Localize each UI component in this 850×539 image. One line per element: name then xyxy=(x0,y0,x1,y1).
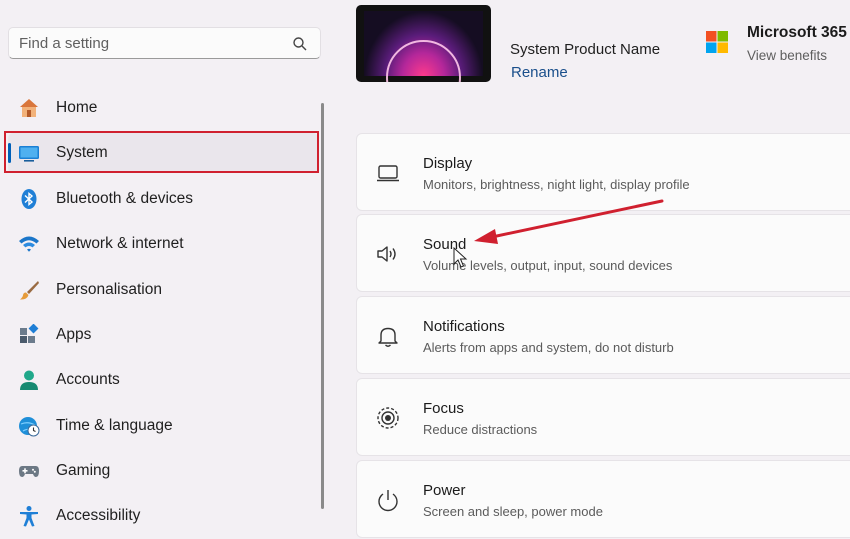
globe-clock-icon xyxy=(19,417,40,437)
view-benefits-link[interactable]: View benefits xyxy=(747,48,827,63)
card-subtitle: Monitors, brightness, night light, displ… xyxy=(423,177,690,192)
card-title: Power xyxy=(423,482,466,499)
bell-icon xyxy=(378,327,398,347)
sidebar-item-accounts[interactable]: Accounts xyxy=(8,360,318,400)
microsoft-logo-icon xyxy=(706,31,728,53)
card-title: Display xyxy=(423,155,473,172)
accessibility-icon xyxy=(20,506,38,527)
monitor-icon xyxy=(377,165,399,182)
card-subtitle: Alerts from apps and system, do not dist… xyxy=(423,340,674,355)
focus-icon xyxy=(377,407,399,429)
search-input[interactable] xyxy=(9,28,309,58)
sidebar-item-label: Network & internet xyxy=(56,235,184,252)
sidebar-item-time-language[interactable]: Time & language xyxy=(8,406,318,446)
sidebar-item-apps[interactable]: Apps xyxy=(8,315,318,355)
sidebar-item-label: Home xyxy=(56,99,98,116)
sidebar-item-label: Apps xyxy=(56,326,92,343)
search-box[interactable] xyxy=(8,27,321,59)
mouse-cursor-icon xyxy=(453,247,468,268)
apps-icon xyxy=(20,324,39,343)
sidebar-item-bluetooth[interactable]: Bluetooth & devices xyxy=(8,179,318,219)
sidebar-scrollbar[interactable] xyxy=(321,103,324,509)
gamepad-icon xyxy=(19,466,39,477)
sidebar-item-label: Gaming xyxy=(56,462,111,479)
card-title: Focus xyxy=(423,400,464,417)
setting-card-notifications[interactable]: Notifications Alerts from apps and syste… xyxy=(356,296,850,374)
search-icon[interactable] xyxy=(292,36,308,52)
home-icon xyxy=(20,99,38,117)
speaker-icon xyxy=(377,246,396,262)
setting-card-display[interactable]: Display Monitors, brightness, night ligh… xyxy=(356,133,850,211)
setting-card-power[interactable]: Power Screen and sleep, power mode xyxy=(356,460,850,538)
card-subtitle: Reduce distractions xyxy=(423,422,538,437)
sidebar-item-accessibility[interactable]: Accessibility xyxy=(8,496,318,536)
accounts-icon xyxy=(20,370,38,390)
sidebar-item-home[interactable]: Home xyxy=(8,88,318,128)
highlight-box xyxy=(4,131,319,173)
wifi-icon xyxy=(19,236,39,252)
power-icon xyxy=(378,490,398,512)
rename-link[interactable]: Rename xyxy=(511,64,568,81)
sidebar-item-label: Accessibility xyxy=(56,507,141,524)
device-wallpaper-thumbnail xyxy=(356,5,491,82)
card-subtitle: Screen and sleep, power mode xyxy=(423,504,603,519)
sidebar-item-label: Time & language xyxy=(56,417,173,434)
card-title: Notifications xyxy=(423,318,505,335)
sidebar-item-label: Bluetooth & devices xyxy=(56,190,194,207)
bluetooth-icon xyxy=(21,189,37,209)
setting-card-focus[interactable]: Focus Reduce distractions xyxy=(356,378,850,456)
product-name: System Product Name xyxy=(510,41,661,58)
sidebar-item-label: Accounts xyxy=(56,371,120,388)
sidebar-item-network[interactable]: Network & internet xyxy=(8,224,318,264)
sidebar-item-gaming[interactable]: Gaming xyxy=(8,451,318,491)
microsoft-365-title: Microsoft 365 xyxy=(747,24,847,41)
sidebar-item-personalisation[interactable]: Personalisation xyxy=(8,270,318,310)
sidebar-item-label: Personalisation xyxy=(56,281,162,298)
setting-card-sound[interactable]: Sound Volume levels, output, input, soun… xyxy=(356,214,850,292)
brush-icon xyxy=(20,281,39,300)
